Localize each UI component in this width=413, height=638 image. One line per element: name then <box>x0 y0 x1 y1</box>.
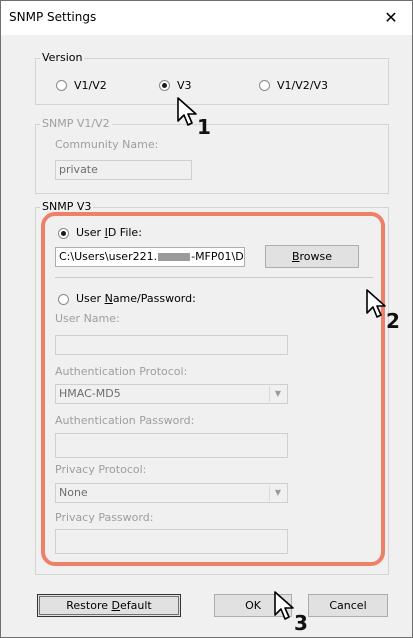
cursor-arrow-icon <box>366 289 386 318</box>
cursor-arrow-icon <box>177 97 197 126</box>
cancel-button[interactable]: Cancel <box>308 594 388 617</box>
restore-default-button[interactable]: Restore Default <box>37 594 181 617</box>
window-title: SNMP Settings <box>9 10 97 24</box>
snmp-v1v2-group-label: SNMP V1/V2 <box>40 117 112 130</box>
version-v1v2-radio[interactable] <box>56 80 67 91</box>
version-v1v2v3-radio[interactable] <box>259 80 270 91</box>
version-group-label: Version <box>40 51 85 64</box>
snmp-v1v2-group <box>35 124 389 194</box>
step-1-number: 1 <box>197 115 211 139</box>
close-icon[interactable]: ✕ <box>378 5 404 31</box>
cursor-arrow-icon <box>274 591 294 620</box>
title-bar: SNMP Settings ✕ <box>1 1 412 35</box>
highlight-callout <box>41 212 385 566</box>
version-v1v2-label[interactable]: V1/V2 <box>74 79 107 92</box>
version-v3-label[interactable]: V3 <box>177 79 192 92</box>
community-name-label: Community Name: <box>55 138 159 151</box>
community-name-field[interactable]: private <box>55 160 192 180</box>
version-v3-radio[interactable] <box>159 80 170 91</box>
snmp-settings-dialog: SNMP Settings ✕ Version V1/V2 V3 V1/V2/V… <box>0 0 413 638</box>
version-v1v2v3-label[interactable]: V1/V2/V3 <box>277 79 328 92</box>
step-2-number: 2 <box>386 309 400 333</box>
step-3-number: 3 <box>294 611 308 635</box>
